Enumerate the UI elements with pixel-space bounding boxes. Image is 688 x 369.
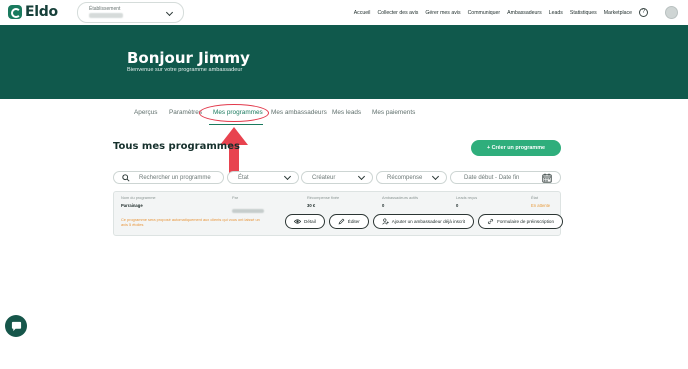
program-actions: Détail Éditer Ajouter un ambassadeur déj… — [285, 214, 563, 229]
reward-select[interactable]: Récompense — [376, 171, 447, 184]
tab-mes-paiements[interactable]: Mes paiements — [372, 109, 415, 116]
add-existing-ambassador-label: Ajouter un ambassadeur déjà inscrit — [391, 219, 466, 224]
state-select[interactable]: État — [227, 171, 299, 184]
chevron-down-icon — [165, 8, 174, 17]
chat-launcher-button[interactable] — [5, 315, 27, 337]
search-input[interactable]: Rechercher un programme — [113, 171, 224, 184]
tab-parametres[interactable]: Paramètres — [169, 109, 202, 116]
creator-select[interactable]: Créateur — [301, 171, 373, 184]
state-select-label: État — [238, 175, 249, 181]
eye-icon — [294, 219, 301, 224]
program-warning-text: Ce programme sera proposé automatiquemen… — [121, 217, 260, 227]
reward-select-label: Récompense — [387, 175, 423, 181]
date-range-input[interactable]: Date début - Date fin — [450, 171, 561, 184]
nav-leads[interactable]: Leads — [549, 10, 563, 16]
main-nav: Accueil Collecter des avis Gérer mes avi… — [354, 10, 632, 16]
creator-select-label: Créateur — [312, 175, 336, 181]
establishment-label: Établissement — [89, 6, 121, 12]
state-label: État — [531, 195, 538, 200]
add-user-icon — [382, 218, 389, 225]
tab-mes-leads[interactable]: Mes leads — [332, 109, 361, 116]
logo-mark-icon — [8, 5, 22, 19]
active-ambassadors-label: Ambassadeurs actifs — [382, 195, 419, 200]
tab-mes-ambassadeurs[interactable]: Mes ambassadeurs — [271, 109, 327, 116]
link-icon — [488, 218, 494, 225]
nav-marketplace[interactable]: Marketplace — [604, 10, 632, 16]
logo-text: Eldo — [25, 4, 58, 20]
avatar[interactable] — [665, 6, 678, 19]
edit-button[interactable]: Éditer — [328, 214, 369, 229]
annotation-ellipse — [199, 104, 269, 122]
eldo-logo[interactable]: Eldo — [8, 4, 58, 20]
create-program-button[interactable]: + Créer un programme — [471, 140, 561, 156]
nav-ambassadeurs[interactable]: Ambassadeurs — [507, 10, 542, 16]
reward-value: 30 € — [307, 203, 316, 208]
search-placeholder: Rechercher un programme — [139, 175, 211, 181]
program-name-column: Nom du programme Parrainage — [121, 195, 156, 208]
add-existing-ambassador-button[interactable]: Ajouter un ambassadeur déjà inscrit — [372, 214, 475, 229]
nav-accueil[interactable]: Accueil — [354, 10, 371, 16]
pencil-icon — [338, 218, 345, 225]
tab-apercus[interactable]: Aperçus — [134, 109, 157, 116]
edit-button-label: Éditer — [347, 219, 360, 224]
hero-title: Bonjour Jimmy — [127, 49, 250, 67]
tab-bar: Aperçus Paramètres Mes programmes Mes am… — [0, 109, 688, 125]
leads-label: Leads reçus — [456, 195, 478, 200]
reward-column: Récompense fixée 30 € — [307, 195, 339, 208]
page-title: Tous mes programmes — [113, 141, 240, 152]
chat-bubble-icon — [11, 321, 21, 331]
search-icon — [122, 174, 130, 182]
program-card: Nom du programme Parrainage Par Récompen… — [113, 191, 563, 236]
active-ambassadors-value: 0 — [382, 203, 385, 208]
chevron-down-icon — [431, 172, 440, 181]
reward-label: Récompense fixée — [307, 195, 340, 200]
leads-value: 0 — [456, 203, 459, 208]
leads-column: Leads reçus 0 — [456, 195, 477, 208]
chevron-down-icon — [357, 172, 366, 181]
date-range-placeholder: Date début - Date fin — [464, 175, 520, 181]
program-owner-label: Par — [232, 195, 239, 200]
top-navigation: Eldo Établissement Accueil Collecter des… — [0, 0, 688, 25]
state-column: État En attente — [531, 195, 550, 208]
hero-subtitle: Bienvenue sur votre programme ambassadeu… — [127, 67, 243, 73]
detail-button[interactable]: Détail — [285, 214, 325, 229]
nav-communiquer[interactable]: Communiquer — [468, 10, 501, 16]
hero-banner: Bonjour Jimmy Bienvenue sur votre progra… — [0, 25, 688, 99]
program-name-value: Parrainage — [121, 203, 143, 208]
nav-collecter-avis[interactable]: Collecter des avis — [377, 10, 418, 16]
chevron-down-icon — [283, 172, 292, 181]
establishment-value-blurred — [89, 13, 123, 18]
program-name-label: Nom du programme — [121, 195, 156, 200]
program-owner-blurred — [232, 209, 264, 213]
calendar-icon — [542, 173, 552, 183]
preregistration-form-label: Formulaire de préinscription — [497, 219, 554, 224]
nav-statistiques[interactable]: Statistiques — [570, 10, 597, 16]
question-circle-icon[interactable]: ? — [639, 8, 648, 17]
establishment-selector[interactable]: Établissement — [77, 2, 184, 23]
program-owner-column: Par — [232, 195, 264, 218]
detail-button-label: Détail — [304, 219, 316, 224]
preregistration-form-button[interactable]: Formulaire de préinscription — [478, 214, 563, 229]
active-ambassadors-column: Ambassadeurs actifs 0 — [382, 195, 418, 208]
status-badge: En attente — [531, 203, 551, 208]
nav-gerer-avis[interactable]: Gérer mes avis — [425, 10, 460, 16]
